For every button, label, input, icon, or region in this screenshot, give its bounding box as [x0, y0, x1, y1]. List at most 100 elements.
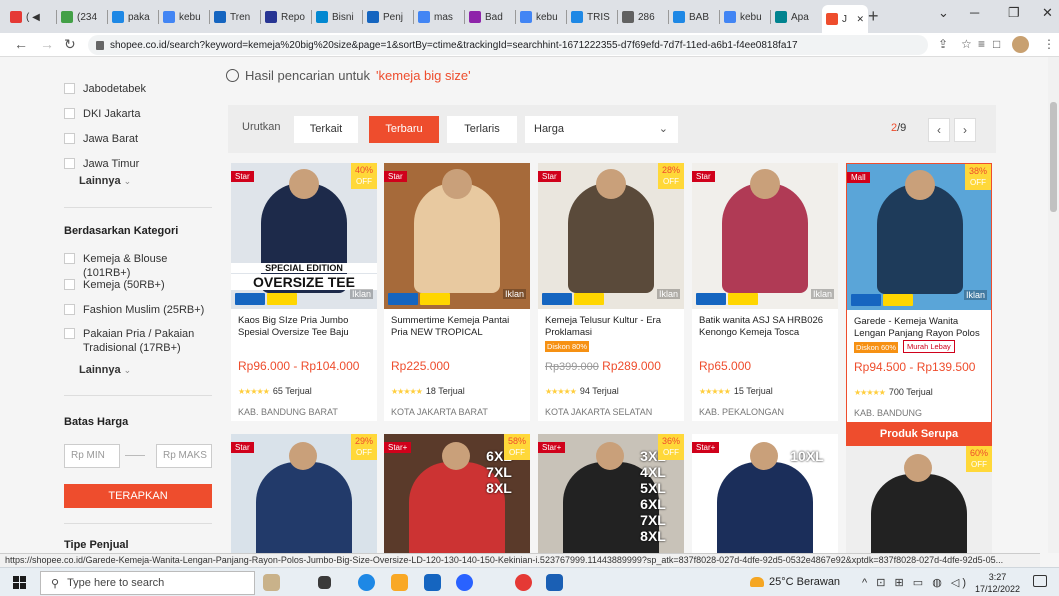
cortana-llama-icon[interactable] [263, 574, 280, 591]
sort-price-dropdown[interactable]: Harga ⌄ [525, 116, 678, 143]
category-filter-item[interactable]: Kemeja & Blouse (101RB+) [64, 252, 216, 280]
category-filter-item[interactable]: Kemeja (50RB+) [64, 278, 216, 292]
task-view-icon[interactable] [318, 576, 331, 589]
price-min-input[interactable]: Rp MIN [64, 444, 120, 468]
browser-tab[interactable]: Tren [210, 6, 258, 28]
file-explorer-icon[interactable] [391, 574, 408, 591]
browser-tab[interactable]: ( ◀ [6, 6, 54, 28]
product-card[interactable]: 60% OFF [846, 446, 992, 553]
scrollbar-thumb[interactable] [1050, 102, 1057, 212]
sort-newest-button[interactable]: Terbaru [369, 116, 439, 143]
browser-tab[interactable]: kebu [159, 6, 207, 28]
discount-value: 58% [507, 436, 526, 446]
checkbox[interactable] [64, 253, 75, 264]
share-icon[interactable]: ⇪ [938, 37, 948, 51]
word-icon[interactable] [546, 574, 563, 591]
checkbox[interactable] [64, 304, 75, 315]
product-card[interactable]: Star 28% OFF Iklan Kemeja Telusur Kultur - E… [538, 163, 684, 421]
reading-list-icon[interactable]: ≡ [978, 37, 985, 51]
maximize-button[interactable]: ❐ [1008, 5, 1020, 21]
location-filter-item[interactable]: Jabodetabek [64, 82, 214, 96]
apply-price-button[interactable]: TERAPKAN [64, 484, 212, 508]
notification-icon[interactable] [1033, 575, 1047, 587]
page-scrollbar[interactable] [1048, 57, 1059, 553]
product-card[interactable]: Mall 38% OFF Iklan Garede - Kemeja Wanita Le… [846, 163, 992, 423]
product-rating: ★★★★★ 94 Terjual [545, 386, 619, 396]
weather-widget[interactable]: 25°C Berawan [750, 576, 840, 588]
category-filter-item[interactable]: Pakaian Pria / Pakaian Tradisional (17RB… [64, 327, 216, 355]
product-name: Garede - Kemeja Wanita Lengan Panjang Ra… [854, 316, 980, 339]
product-model-figure [717, 462, 813, 553]
taskbar-search-placeholder: Type here to search [67, 577, 165, 589]
browser-tab[interactable]: Bad [465, 6, 513, 28]
product-price: Rp65.000 [699, 359, 751, 373]
category-filter-item[interactable]: Fashion Muslim (25RB+) [64, 303, 216, 317]
similar-products-button[interactable]: Produk Serupa [846, 422, 992, 446]
location-label: DKI Jakarta [83, 108, 141, 120]
edge-browser-icon[interactable] [358, 574, 375, 591]
browser-tab[interactable]: J ✕ [822, 5, 868, 33]
browser-tab[interactable]: TRIS [567, 6, 615, 28]
browser-tab[interactable]: Apa [771, 6, 819, 28]
new-tab-button[interactable]: + [868, 6, 879, 27]
location-filter-item[interactable]: Jawa Timur [64, 157, 214, 171]
mail-icon[interactable] [424, 574, 441, 591]
product-card[interactable]: 3XL 4XL 5XL 6XL 7XL 8XL Star+ 36% OFF [538, 434, 684, 553]
checkbox[interactable] [64, 279, 75, 290]
checkbox[interactable] [64, 108, 75, 119]
checkbox[interactable] [64, 158, 75, 169]
checkbox[interactable] [64, 83, 75, 94]
price-max-input[interactable]: Rp MAKS [156, 444, 212, 468]
show-more-categories[interactable]: Lainnya ⌄ [79, 364, 131, 376]
sort-relevance-button[interactable]: Terkait [294, 116, 358, 143]
tab-search-chevron-icon[interactable]: ⌄ [938, 5, 949, 21]
browser-tab[interactable]: kebu [720, 6, 768, 28]
free-shipping-icon [542, 293, 572, 305]
forward-icon[interactable]: → [40, 36, 54, 52]
product-card[interactable]: Star Iklan Batik wanita ASJ SA HRB026 Keno… [692, 163, 838, 421]
prev-page-button[interactable]: ‹ [928, 118, 950, 142]
checkbox[interactable] [64, 328, 75, 339]
browser-tab[interactable]: (234 [57, 6, 105, 28]
url-field[interactable]: shopee.co.id/search?keyword=kemeja%20big… [88, 35, 928, 55]
product-location: KOTA JAKARTA SELATAN [545, 407, 653, 417]
product-image[interactable] [692, 163, 838, 309]
tab-title: Penj [383, 11, 404, 23]
product-card[interactable]: SPECIAL EDITION OVERSIZE TEE Star 40% OFF Ikl… [231, 163, 377, 421]
sort-bestselling-button[interactable]: Terlaris [447, 116, 517, 143]
zoom-icon[interactable] [456, 574, 473, 591]
browser-tab[interactable]: 286 [618, 6, 666, 28]
location-filter-item[interactable]: Jawa Barat [64, 132, 214, 146]
product-card[interactable]: Star Iklan Summertime Kemeja Pantai Pria N… [384, 163, 530, 421]
browser-tab[interactable]: BAB [669, 6, 717, 28]
browser-tab[interactable]: paka [108, 6, 156, 28]
show-more-locations[interactable]: Lainnya ⌄ [79, 175, 131, 187]
browser-tab[interactable]: Penj [363, 6, 411, 28]
browser-tab[interactable]: Bisni [312, 6, 360, 28]
bookmark-star-icon[interactable]: ☆ [961, 37, 972, 51]
product-card[interactable]: 10XL Star+ [692, 434, 838, 553]
product-image[interactable] [384, 163, 530, 309]
browser-tab[interactable]: mas [414, 6, 462, 28]
windows-start-icon[interactable] [13, 576, 26, 589]
menu-kebab-icon[interactable]: ⋮ [1043, 37, 1055, 51]
image-overlay-title: OVERSIZE TEE [231, 274, 377, 290]
minimize-button[interactable]: ─ [970, 5, 979, 20]
checkbox[interactable] [64, 133, 75, 144]
taskbar-clock[interactable]: 3:27 17/12/2022 [975, 571, 1020, 595]
chrome-icon[interactable] [515, 574, 532, 591]
browser-tab[interactable]: kebu [516, 6, 564, 28]
side-panel-icon[interactable]: □ [993, 37, 1000, 51]
taskbar-search-box[interactable]: ⚲ Type here to search [40, 571, 255, 595]
location-filter-item[interactable]: DKI Jakarta [64, 107, 214, 121]
browser-tab[interactable]: Repo [261, 6, 309, 28]
product-card[interactable]: Star 29% OFF [231, 434, 377, 553]
profile-avatar[interactable] [1012, 36, 1029, 53]
reload-icon[interactable]: ↻ [64, 36, 76, 53]
next-page-button[interactable]: › [954, 118, 976, 142]
system-tray-icons[interactable]: ^ ⊡ ⊞ ▭ ◍ ◁) [862, 576, 969, 589]
product-card[interactable]: 6XL 7XL 8XL Star+ 58% OFF [384, 434, 530, 553]
back-icon[interactable]: ← [14, 36, 28, 52]
close-window-button[interactable]: ✕ [1042, 5, 1053, 21]
close-tab-icon[interactable]: ✕ [856, 14, 864, 25]
